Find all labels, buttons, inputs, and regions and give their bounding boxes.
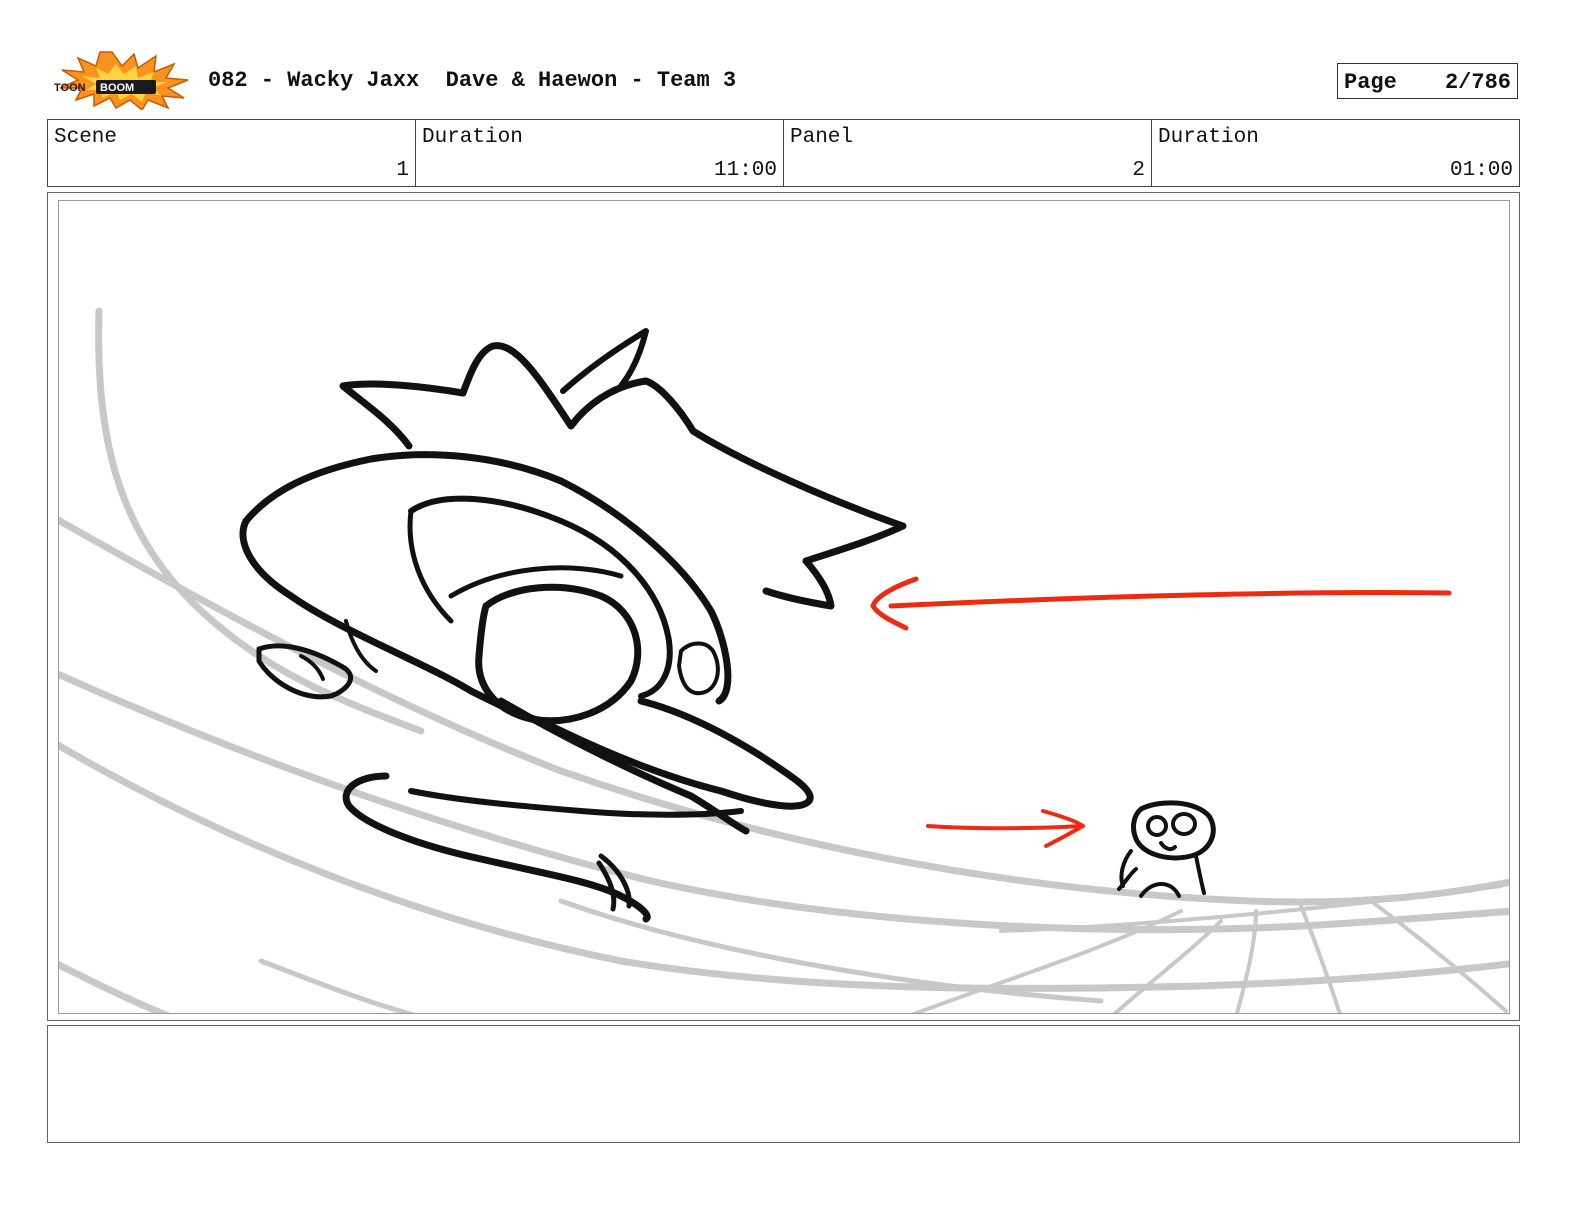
panel-value: 2 — [1132, 159, 1145, 182]
main-character-sketch — [239, 328, 907, 923]
page-label: Page — [1344, 70, 1397, 95]
bg-curve-3 — [59, 670, 1509, 934]
logo-text-toon: TOON — [54, 82, 86, 94]
storyboard-title: 082 - Wacky Jaxx Dave & Haewon - Team 3 — [208, 68, 737, 93]
toon-boom-logo: TOON BOOM — [54, 51, 189, 110]
character-neck-line — [407, 508, 454, 624]
scene-label: Scene — [54, 126, 118, 149]
scene-duration-cell: Duration 11:00 — [416, 120, 784, 186]
panel-notes-box — [47, 1025, 1520, 1143]
panel-duration-label: Duration — [1158, 126, 1259, 149]
bg-curve-6 — [258, 958, 416, 1013]
panel-cell: Panel 2 — [784, 120, 1152, 186]
scene-value: 1 — [396, 159, 409, 182]
storyboard-panel — [58, 200, 1510, 1014]
bg-curve-4 — [59, 741, 1509, 992]
arrow-right-shaft — [926, 824, 1083, 831]
small-character-eye-left — [1146, 815, 1168, 837]
bg-curve-2 — [59, 516, 1509, 906]
small-character-eye-right — [1171, 812, 1197, 836]
scene-duration-label: Duration — [422, 126, 523, 149]
background-lines — [59, 307, 1509, 1013]
panel-label: Panel — [790, 126, 854, 149]
character-back — [239, 517, 545, 725]
bg-curve-5 — [59, 961, 171, 1013]
scene-duration-value: 11:00 — [713, 159, 777, 182]
logo-text-boom: BOOM — [100, 82, 134, 94]
character-foot — [677, 641, 720, 696]
panel-sketch — [59, 307, 1509, 1013]
small-character-sketch — [1117, 800, 1216, 898]
scene-cell: Scene 1 — [48, 120, 416, 186]
page-value: 2/786 — [1444, 70, 1511, 95]
motion-arrows — [870, 576, 1452, 848]
arrow-left-shaft — [888, 590, 1452, 609]
panel-info-row: Scene 1 Duration 11:00 Panel 2 Duration … — [47, 119, 1520, 187]
page-number-box: Page 2/786 — [1337, 63, 1518, 99]
panel-duration-value: 01:00 — [1449, 159, 1513, 182]
panel-duration-cell: Duration 01:00 — [1152, 120, 1519, 186]
small-character-mouth — [1159, 841, 1177, 852]
